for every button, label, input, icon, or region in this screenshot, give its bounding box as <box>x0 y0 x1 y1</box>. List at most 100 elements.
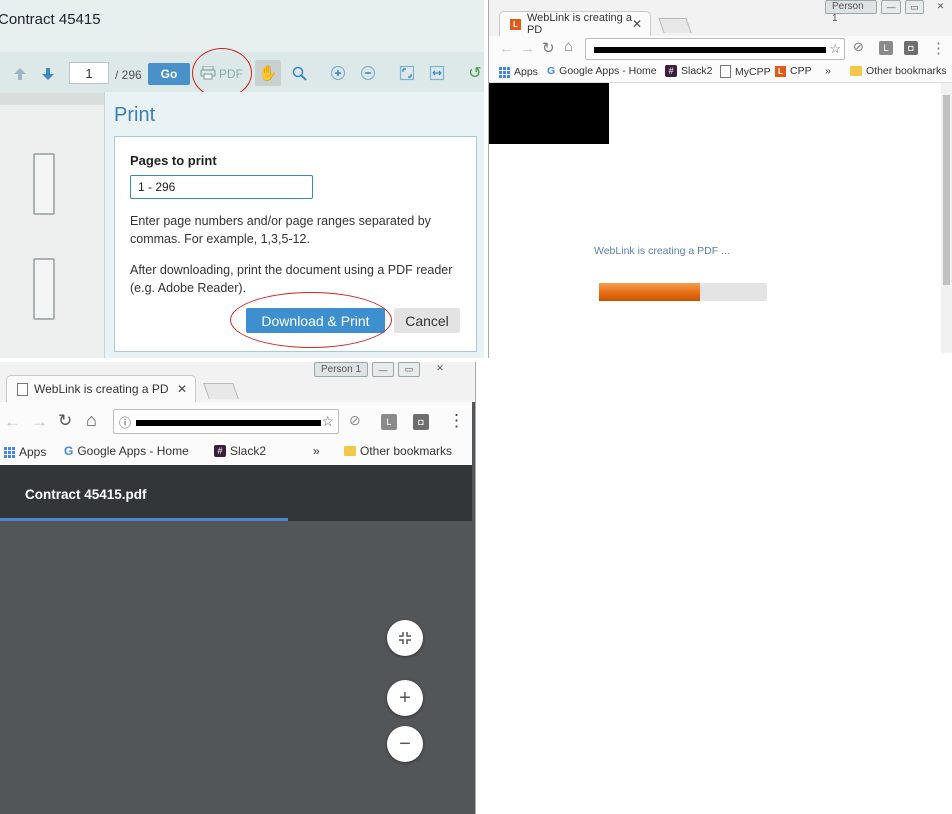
forward-icon[interactable]: → <box>31 412 48 432</box>
pdf-toolbar: Contract 45415.pdf <box>0 465 472 521</box>
arrow-down-icon[interactable] <box>40 65 56 83</box>
page-icon <box>720 65 731 78</box>
plus-icon[interactable]: + <box>387 680 423 716</box>
reload-icon[interactable]: ↻ <box>58 411 72 431</box>
page-icon <box>17 382 28 396</box>
bookmark-google-apps[interactable]: G Google Apps - Home <box>547 65 657 77</box>
redacted-logo <box>489 83 609 144</box>
browser-tab[interactable]: WebLink is creating a PD ✕ <box>6 375 196 402</box>
other-bookmarks[interactable]: Other bookmarks <box>344 444 452 458</box>
close-icon[interactable]: ✕ <box>632 17 642 31</box>
close-window-icon[interactable]: ✕ <box>424 362 456 375</box>
navigation-bar: ← → ↻ ⌂ ☆ ⊘ L ◘ ⋮ <box>489 36 952 62</box>
browser-pdf-panel: WebLink is creating a PD ✕ Person 1 — ▭ … <box>0 362 476 814</box>
page-number-input[interactable] <box>69 62 109 84</box>
google-icon: G <box>547 65 556 77</box>
binder-slot <box>33 153 55 215</box>
bookmark-mycpp[interactable]: MyCPP <box>720 65 771 78</box>
zoom-in-icon[interactable] <box>329 64 347 82</box>
page-range-help-text: Enter page numbers and/or page ranges se… <box>130 214 431 246</box>
fit-width-icon[interactable] <box>428 64 446 82</box>
document-page-preview <box>0 105 104 358</box>
tab-strip: L WebLink is creating a PD ✕ Person 1 — … <box>489 0 952 36</box>
document-title: Contract 45415 <box>0 11 101 28</box>
star-icon[interactable]: ☆ <box>321 413 334 430</box>
minimize-icon[interactable]: — <box>372 362 395 377</box>
bookmarks-overflow[interactable]: » <box>825 65 831 77</box>
download-highlight-circle <box>230 292 392 348</box>
close-window-icon[interactable]: ✕ <box>928 0 952 12</box>
address-bar[interactable]: ☆ <box>585 38 845 60</box>
zoom-out-icon[interactable] <box>359 64 377 82</box>
bookmark-cpp[interactable]: L CPP <box>775 65 812 77</box>
address-bar[interactable]: ⓘ ☆ <box>113 409 339 434</box>
scrollbar-thumb[interactable] <box>943 95 950 285</box>
vertical-scrollbar[interactable] <box>941 83 952 353</box>
extension-pocket-icon[interactable]: ◘ <box>904 41 918 55</box>
tab-strip: WebLink is creating a PD ✕ Person 1 — ▭ … <box>0 362 475 402</box>
bookmark-slack2[interactable]: # Slack2 <box>665 65 713 77</box>
rotate-icon[interactable]: ↺ <box>466 63 484 83</box>
binder-slot <box>33 258 55 320</box>
maximize-icon[interactable]: ▭ <box>904 0 925 14</box>
weblink-viewer-panel: Contract 45415 / 296 Go PDF ✋ ↺ Print <box>0 0 484 358</box>
back-icon[interactable]: ← <box>499 40 514 57</box>
slack-icon: # <box>665 65 677 77</box>
menu-icon[interactable]: ⋮ <box>448 411 465 431</box>
extension-l-icon[interactable]: L <box>879 41 893 55</box>
home-icon[interactable]: ⌂ <box>564 38 573 55</box>
viewer-title-bar: Contract 45415 <box>0 0 484 52</box>
loading-status-text: WebLink is creating a PDF ... <box>594 245 730 257</box>
hand-icon[interactable]: ✋ <box>255 60 281 86</box>
menu-icon[interactable]: ⋮ <box>931 39 946 57</box>
bookmark-apps[interactable]: Apps <box>499 66 538 78</box>
zoom-icon[interactable] <box>289 63 309 83</box>
extension-pocket-icon[interactable]: ◘ <box>413 414 429 430</box>
browser-tab[interactable]: L WebLink is creating a PD ✕ <box>499 11 651 36</box>
fit-to-page-icon[interactable] <box>387 620 423 656</box>
bookmark-slack2[interactable]: # Slack2 <box>214 444 266 458</box>
other-bookmarks[interactable]: Other bookmarks <box>850 65 947 77</box>
pages-to-print-input[interactable] <box>130 175 313 199</box>
pdf-progress-fill <box>599 283 700 301</box>
slack-icon: # <box>214 445 226 457</box>
weblink-favicon-icon: L <box>510 18 521 30</box>
pages-to-print-label: Pages to print <box>130 153 217 168</box>
page-content: WebLink is creating a PDF ... <box>489 83 941 358</box>
fit-page-icon[interactable] <box>398 64 416 82</box>
browser-loading-panel: L WebLink is creating a PD ✕ Person 1 — … <box>488 0 952 358</box>
maximize-icon[interactable]: ▭ <box>398 362 421 377</box>
bookmarks-bar: Apps G Google Apps - Home # Slack2 » Other… <box>0 440 472 465</box>
pdf-body: + − <box>0 521 472 814</box>
minimize-icon[interactable]: — <box>881 0 901 14</box>
forward-icon[interactable]: → <box>520 40 535 57</box>
reload-icon[interactable]: ↻ <box>542 39 555 57</box>
back-icon[interactable]: ← <box>4 412 21 432</box>
star-icon[interactable]: ☆ <box>829 41 841 57</box>
minus-icon[interactable]: − <box>387 726 423 762</box>
new-tab-button[interactable] <box>658 18 692 33</box>
folder-icon <box>850 66 862 76</box>
redacted-url <box>594 47 826 53</box>
cancel-button[interactable]: Cancel <box>394 308 460 333</box>
profile-button[interactable]: Person 1 <box>825 0 878 24</box>
profile-button[interactable]: Person 1 <box>314 362 369 377</box>
extension-l-icon[interactable]: L <box>381 414 397 430</box>
info-icon: ⓘ <box>119 416 132 430</box>
close-icon[interactable]: ✕ <box>177 382 187 396</box>
home-icon[interactable]: ⌂ <box>86 410 97 431</box>
go-button[interactable]: Go <box>148 63 190 85</box>
redacted-url <box>136 420 321 426</box>
blocked-icon[interactable]: ⊘ <box>349 412 361 429</box>
tab-title: WebLink is creating a PD <box>34 382 169 396</box>
print-dialog-title: Print <box>114 104 156 126</box>
blocked-icon[interactable]: ⊘ <box>853 39 864 55</box>
bookmark-apps[interactable]: Apps <box>4 445 46 459</box>
navigation-bar: ← → ↻ ⌂ ⓘ ☆ ⊘ L ◘ ⋮ <box>0 402 472 440</box>
bookmark-google-apps[interactable]: G Google Apps - Home <box>64 444 189 458</box>
new-tab-button[interactable] <box>203 383 239 399</box>
bookmarks-bar: Apps G Google Apps - Home # Slack2 MyCPP L… <box>489 62 952 83</box>
bookmarks-overflow[interactable]: » <box>313 444 320 458</box>
arrow-up-icon[interactable] <box>12 65 28 83</box>
pdf-progress-bar <box>599 283 767 301</box>
